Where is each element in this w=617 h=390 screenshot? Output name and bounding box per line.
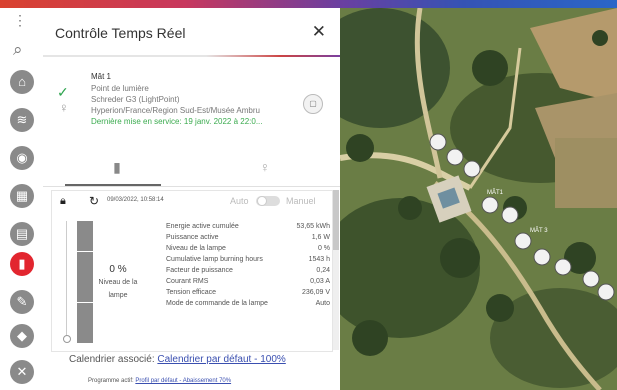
calendar-row: Calendrier associé: Calendrier par défau… — [69, 354, 286, 365]
measurement-value: Auto — [315, 300, 330, 307]
asset-name: Mât 1 — [91, 72, 112, 81]
level-segment — [77, 333, 93, 344]
check-icon: ✓ — [57, 84, 69, 100]
program-row: Programme actif: Profil par défaut - Aba… — [88, 378, 231, 384]
map-imagery: MÂT1 MÂT 3 — [340, 8, 617, 390]
level-segment — [77, 272, 93, 282]
asset-card: ✓ ♀ Mât 1 Point de lumière Schreder G3 (… — [51, 70, 336, 152]
measurement-label: Courant RMS — [166, 278, 209, 285]
map-label-mat3: MÂT 3 — [530, 227, 548, 234]
scrollbar[interactable] — [333, 190, 339, 350]
measurement-value: 1,6 W — [311, 234, 330, 241]
wrench-icon[interactable]: ✎ — [10, 290, 34, 314]
top-accent-bar — [0, 0, 617, 8]
measurement-label: Niveau de la lampe — [166, 245, 226, 252]
calendar-label: Calendrier associé: — [69, 354, 155, 365]
level-segment — [77, 231, 93, 242]
program-label: Programme actif: — [88, 378, 134, 384]
measurement-label: Energie active cumulée — [166, 223, 239, 230]
measurement-row: Puissance active 1,6 W — [166, 232, 330, 243]
level-percent: 0 % — [109, 264, 127, 275]
level-bargraph — [77, 221, 93, 344]
copy-button[interactable]: ▢ — [303, 94, 323, 114]
program-link[interactable]: Profil par défaut - Abaissement 70% — [135, 378, 231, 384]
level-caption: Niveau de la lampe — [98, 279, 138, 299]
level-segment — [77, 261, 93, 272]
asset-type: Point de lumière — [91, 84, 149, 93]
measurement-label: Facteur de puissance — [166, 267, 233, 274]
measurement-value: 0,24 — [316, 267, 330, 274]
location-icon[interactable]: ◉ — [10, 146, 34, 170]
measurement-row: Mode de commande de la lampe Auto — [166, 298, 330, 309]
dashboard-icon[interactable]: ▦ — [10, 184, 34, 208]
layers-icon[interactable]: ≋ — [10, 108, 34, 132]
measurement-value: 53,65 kWh — [296, 223, 330, 230]
satellite-map[interactable]: MÂT1 MÂT 3 — [340, 8, 617, 390]
tab-underline — [43, 186, 340, 187]
measurement-value: 236,09 V — [301, 289, 330, 296]
measurement-row: Tension efficace 236,09 V — [166, 287, 330, 298]
measurement-value: 0 % — [317, 245, 330, 252]
asset-location: Hyperion/France/Region Sud-Est/Musée Amb… — [91, 106, 260, 115]
view-tabs: ▮ ♀ — [43, 152, 340, 188]
level-segment — [77, 312, 93, 323]
tag-icon[interactable]: ◆ — [10, 324, 34, 348]
refresh-icon[interactable]: ↻ — [89, 194, 99, 208]
measurement-value: 0,03 A — [310, 278, 330, 285]
level-segment — [77, 221, 93, 231]
panel-divider — [43, 55, 340, 57]
auto-label: Auto — [230, 196, 249, 206]
control-box: 🔒︎ ↻ 09/03/2022, 10:58:14 Auto Manuel 0 … — [51, 190, 333, 352]
report-icon[interactable]: ▤ — [10, 222, 34, 246]
level-segment — [77, 292, 93, 303]
tools-icon[interactable]: ✕ — [10, 360, 34, 384]
search-icon[interactable]: ⌕ — [13, 40, 23, 60]
collapse-icon[interactable]: ⋮ — [13, 12, 27, 29]
mode-toggle[interactable] — [256, 196, 280, 206]
level-segment — [77, 251, 93, 262]
level-segment — [77, 241, 93, 252]
map-label-mat1: MÂT1 — [487, 189, 504, 196]
measurement-label: Mode de commande de la lampe — [166, 300, 268, 307]
dim-slider-handle[interactable] — [63, 335, 71, 343]
measurement-row: Cumulative lamp burning hours 1543 h — [166, 254, 330, 265]
measurement-label: Puissance active — [166, 234, 219, 241]
dim-slider[interactable] — [63, 221, 71, 343]
home-icon[interactable]: ⌂ — [10, 70, 34, 94]
level-segment — [77, 302, 93, 313]
lamp-icon[interactable]: ▮ — [10, 252, 34, 276]
measurement-label: Tension efficace — [166, 289, 217, 296]
lock-icon[interactable]: 🔒︎ — [60, 195, 66, 208]
bulb-icon: ♀ — [59, 100, 69, 115]
measurement-row: Niveau de la lampe 0 % — [166, 243, 330, 254]
panel-title: Contrôle Temps Réel — [55, 25, 186, 41]
tab-device[interactable]: ▮ — [43, 152, 191, 186]
measurement-label: Cumulative lamp burning hours — [166, 256, 263, 263]
level-segment — [77, 323, 93, 333]
timestamp: 09/03/2022, 10:58:14 — [107, 197, 164, 203]
measurement-row: Energie active cumulée 53,65 kWh — [166, 221, 330, 232]
level-segment — [77, 282, 93, 293]
left-icon-rail: ⋮ ⌕ ⌂ ≋ ◉ ▦ ▤ ▮ ✎ ◆ ✕ — [0, 8, 44, 390]
manual-label: Manuel — [286, 196, 316, 206]
tab-light[interactable]: ♀ — [191, 152, 339, 186]
asset-commissioning: Dernière mise en service: 19 janv. 2022 … — [91, 117, 263, 126]
scrollbar-thumb[interactable] — [333, 190, 339, 250]
realtime-control-panel: Contrôle Temps Réel ✕ ✓ ♀ Mât 1 Point de… — [43, 8, 340, 390]
measurement-value: 1543 h — [308, 256, 330, 263]
asset-model: Schreder G3 (LightPoint) — [91, 95, 180, 104]
measurements-table: Energie active cumulée 53,65 kWh Puissance… — [166, 221, 330, 309]
measurement-row: Courant RMS 0,03 A — [166, 276, 330, 287]
close-icon[interactable]: ✕ — [312, 22, 326, 42]
measurement-row: Facteur de puissance 0,24 — [166, 265, 330, 276]
calendar-link[interactable]: Calendrier par défaut - 100% — [157, 354, 285, 365]
